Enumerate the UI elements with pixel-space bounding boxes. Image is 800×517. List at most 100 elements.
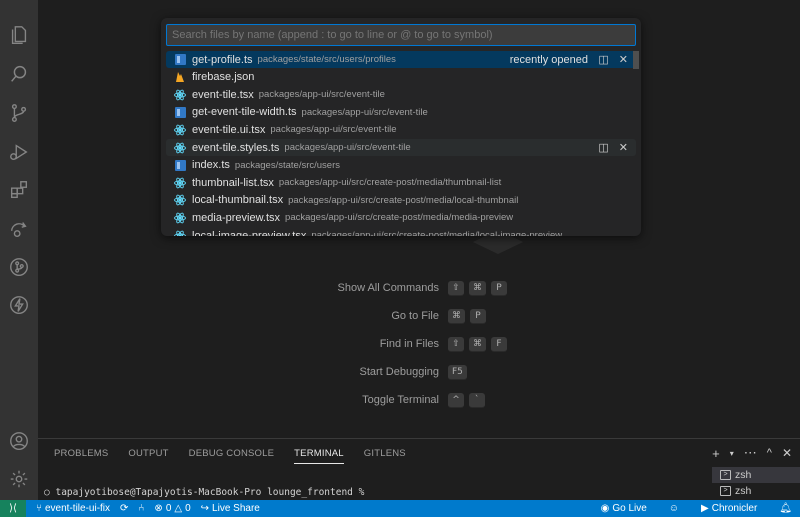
explorer-icon[interactable] bbox=[0, 16, 38, 54]
more-actions-icon[interactable]: ⋯ bbox=[744, 445, 757, 461]
quick-open-item[interactable]: get-profile.ts packages/state/src/users/p… bbox=[166, 51, 636, 68]
extensions-icon[interactable] bbox=[0, 171, 38, 209]
source-control-icon[interactable] bbox=[0, 94, 38, 132]
chronicler-button[interactable]: ▶ Chronicler bbox=[701, 503, 757, 514]
react-file-icon bbox=[174, 124, 186, 136]
file-name: event-tile.tsx bbox=[192, 88, 254, 101]
sync-button[interactable]: ⟳ bbox=[120, 503, 128, 514]
close-panel-icon[interactable]: ✕ bbox=[782, 446, 792, 460]
panel-tab-terminal[interactable]: TERMINAL bbox=[294, 448, 344, 464]
panel-tab-debug-console[interactable]: DEBUG CONSOLE bbox=[189, 448, 274, 464]
shortcut-row[interactable]: Start Debugging F5 bbox=[0, 363, 800, 381]
file-name: local-thumbnail.tsx bbox=[192, 194, 284, 207]
quick-open-item[interactable]: local-image-preview.tsx packages/app-ui/s… bbox=[166, 227, 636, 236]
file-name: get-profile.ts bbox=[192, 53, 253, 66]
shortcut-row[interactable]: Go to File ⌘ P bbox=[0, 307, 800, 325]
quick-open-item[interactable]: firebase.json bbox=[166, 69, 636, 86]
open-to-side-icon[interactable]: ◫ bbox=[598, 53, 608, 66]
shortcut-keys: ^ ` bbox=[448, 392, 485, 408]
file-name: event-tile.ui.tsx bbox=[192, 123, 266, 136]
item-actions: ◫ ✕ bbox=[598, 53, 628, 66]
git-graph-icon: ⑃ bbox=[138, 503, 145, 514]
shortcut-keys: F5 bbox=[448, 364, 467, 380]
shortcut-keys: ⌘ P bbox=[448, 308, 486, 324]
open-to-side-icon[interactable]: ◫ bbox=[598, 141, 608, 154]
account-icon[interactable] bbox=[0, 422, 38, 460]
ts-file-icon bbox=[174, 54, 186, 66]
new-terminal-icon[interactable]: + bbox=[712, 446, 720, 461]
warning-icon: △ bbox=[174, 503, 183, 514]
file-path: packages/app-ui/src/create-post/media/lo… bbox=[311, 230, 563, 236]
copilot-button[interactable]: ☺ bbox=[669, 503, 679, 514]
shortcut-label: Start Debugging bbox=[359, 366, 440, 378]
terminal-icon: > bbox=[720, 486, 731, 496]
git-graph-button[interactable]: ⑃ bbox=[138, 503, 144, 514]
quick-open-item[interactable]: event-tile.tsx packages/app-ui/src/event-… bbox=[166, 86, 636, 103]
maximize-panel-icon[interactable]: ^ bbox=[767, 447, 772, 459]
problems-indicator[interactable]: ⊗ 0 △ 0 bbox=[154, 503, 190, 514]
react-file-icon bbox=[174, 89, 186, 101]
keycap: F5 bbox=[448, 364, 467, 380]
terminal-item[interactable]: > zsh bbox=[712, 483, 800, 499]
panel-tabs: PROBLEMS OUTPUT DEBUG CONSOLE TERMINAL GITLE… bbox=[54, 448, 426, 464]
keycap: ⌘ bbox=[469, 336, 486, 352]
run-debug-icon[interactable] bbox=[0, 133, 38, 171]
keycap: ` bbox=[469, 392, 485, 408]
quick-open-item[interactable]: thumbnail-list.tsx packages/app-ui/src/cr… bbox=[166, 174, 636, 191]
remote-indicator-icon[interactable]: ⟩⟨ bbox=[0, 500, 26, 517]
branch-indicator[interactable]: ⑂ event-tile-ui-fix bbox=[36, 503, 110, 514]
remove-from-recent-icon[interactable]: ✕ bbox=[619, 53, 628, 66]
file-name: event-tile.styles.ts bbox=[192, 141, 280, 154]
file-name: thumbnail-list.tsx bbox=[192, 176, 274, 189]
file-name: local-image-preview.tsx bbox=[192, 229, 307, 237]
shortcut-row[interactable]: Find in Files ⇧ ⌘ F bbox=[0, 335, 800, 353]
live-share-icon: ↪ bbox=[200, 503, 210, 514]
quick-open-item[interactable]: get-event-tile-width.ts packages/app-ui/s… bbox=[166, 104, 636, 121]
live-share-button[interactable]: ↪ Live Share bbox=[201, 503, 260, 514]
terminal-dropdown-icon[interactable]: ▾ bbox=[730, 449, 734, 458]
quick-open-list: get-profile.ts packages/state/src/users/p… bbox=[166, 51, 641, 236]
firebase-file-icon bbox=[174, 71, 186, 83]
shortcut-label: Toggle Terminal bbox=[362, 394, 439, 406]
item-actions: ◫ ✕ bbox=[598, 141, 628, 154]
file-path: packages/app-ui/src/create-post/media/me… bbox=[285, 212, 514, 224]
keycap: ⇧ bbox=[448, 336, 464, 352]
panel-tab-output[interactable]: OUTPUT bbox=[128, 448, 168, 464]
remove-from-recent-icon[interactable]: ✕ bbox=[619, 141, 628, 154]
file-name: media-preview.tsx bbox=[192, 211, 281, 224]
terminal-prompt[interactable]: ○ tapajyotibose@Tapajyotis-MacBook-Pro l… bbox=[44, 487, 364, 498]
shortcut-keys: ⇧ ⌘ F bbox=[448, 336, 507, 352]
terminal-icon: > bbox=[720, 470, 731, 480]
file-path: packages/app-ui/src/event-tile bbox=[258, 89, 385, 101]
shortcut-keys: ⇧ ⌘ P bbox=[448, 280, 507, 296]
keycap: ⌘ bbox=[448, 308, 465, 324]
file-path: packages/state/src/users bbox=[234, 159, 340, 171]
quick-open-item[interactable]: media-preview.tsx packages/app-ui/src/cre… bbox=[166, 209, 636, 226]
react-file-icon bbox=[174, 212, 186, 224]
panel-actions: + ▾ ⋯ ^ ✕ bbox=[712, 445, 792, 461]
shortcut-row[interactable]: Show All Commands ⇧ ⌘ P bbox=[0, 279, 800, 297]
go-live-button[interactable]: ◉ Go Live bbox=[601, 503, 647, 514]
shortcut-row[interactable]: Toggle Terminal ^ ` bbox=[0, 391, 800, 409]
keycap: ⇧ bbox=[448, 280, 464, 296]
remote-explorer-icon[interactable] bbox=[0, 210, 38, 248]
file-name: get-event-tile-width.ts bbox=[192, 106, 297, 119]
manage-gear-icon[interactable] bbox=[0, 460, 38, 498]
notifications-button[interactable]: 🔔︎ bbox=[779, 503, 792, 514]
quick-open-item[interactable]: index.ts packages/state/src/users bbox=[166, 157, 636, 174]
broadcast-icon: ◉ bbox=[600, 503, 610, 514]
quick-open-item[interactable]: local-thumbnail.tsx packages/app-ui/src/c… bbox=[166, 192, 636, 209]
quick-open-input[interactable] bbox=[166, 24, 636, 46]
search-icon[interactable] bbox=[0, 55, 38, 93]
quick-open-item[interactable]: event-tile.ui.tsx packages/app-ui/src/eve… bbox=[166, 121, 636, 138]
file-path: packages/app-ui/src/create-post/media/lo… bbox=[288, 194, 519, 206]
panel-tab-gitlens[interactable]: GITLENS bbox=[364, 448, 406, 464]
error-icon: ⊗ bbox=[154, 503, 163, 514]
quick-open-scrollbar[interactable] bbox=[633, 51, 639, 69]
quick-open-item[interactable]: event-tile.styles.ts packages/app-ui/src/… bbox=[166, 139, 636, 156]
keycap: F bbox=[491, 336, 507, 352]
file-name: index.ts bbox=[192, 159, 230, 172]
panel-tab-problems[interactable]: PROBLEMS bbox=[54, 448, 108, 464]
terminal-item[interactable]: > zsh bbox=[712, 467, 800, 483]
terminal-list: > zsh > zsh bbox=[712, 467, 800, 501]
